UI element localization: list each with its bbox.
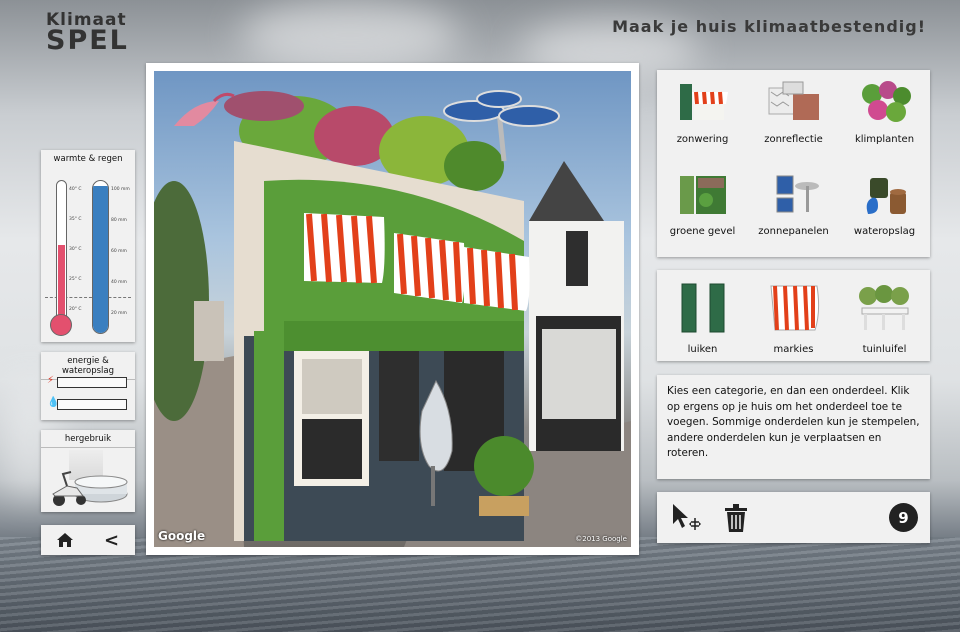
rain-gauge	[92, 180, 109, 334]
rain-level	[93, 185, 108, 333]
lightning-icon: ⚡	[47, 375, 55, 386]
home-button[interactable]	[41, 525, 88, 555]
rain-tick: 60 mm	[111, 249, 127, 254]
home-icon	[56, 533, 73, 547]
app-logo: Klimaat SPEL	[46, 12, 129, 56]
trash-icon	[725, 504, 747, 532]
back-chevron-icon: <	[103, 529, 120, 551]
category-zonnepanelen[interactable]: zonnepanelen	[748, 172, 839, 237]
category-groene-gevel[interactable]: groene gevel	[657, 172, 748, 237]
sun-reflection-icon	[768, 81, 819, 120]
map-copyright: ©2013 Google	[575, 535, 627, 543]
instructions-text: Kies een categorie, en dan een onderdeel…	[667, 385, 920, 460]
energy-water-panel: energie & wateropslag ⚡ 💧	[41, 352, 135, 420]
green-facade-icon	[679, 176, 726, 214]
part-label: markies	[773, 344, 814, 355]
move-cursor-icon	[673, 504, 701, 530]
temp-tick: 20° C	[69, 307, 82, 312]
instructions-panel: Kies een categorie, en dan een onderdeel…	[657, 375, 930, 479]
category-label: zonnepanelen	[758, 226, 829, 237]
map-watermark-logo: Google	[158, 529, 206, 543]
temperature-level	[58, 245, 65, 324]
rain-tick: 20 mm	[111, 311, 127, 316]
move-tool-button[interactable]	[669, 502, 703, 534]
category-zonwering[interactable]: zonwering	[657, 80, 748, 145]
house-scene[interactable]: Google ©2013 Google	[154, 71, 631, 547]
rain-tick: 100 mm	[111, 187, 130, 192]
energy-bar	[57, 377, 127, 388]
garden-canopy-icon	[858, 285, 909, 330]
category-label: klimplanten	[854, 134, 915, 145]
temp-tick: 30° C	[69, 247, 82, 252]
tools-panel: 9	[657, 492, 930, 543]
thermometer	[56, 180, 67, 325]
category-label: groene gevel	[669, 226, 736, 237]
back-button[interactable]: <	[88, 525, 135, 555]
awning-shade-icon	[679, 84, 728, 120]
part-label: tuinluifel	[862, 344, 907, 355]
parts-panel: luiken markies tuinluifel	[657, 270, 930, 361]
logo-line-2: SPEL	[46, 25, 129, 56]
part-label: luiken	[687, 344, 718, 355]
navigation-bar: <	[41, 525, 135, 555]
water-storage-icon	[866, 178, 906, 214]
temp-tick: 25° C	[69, 277, 82, 282]
reuse-title: hergebruik	[41, 430, 135, 448]
part-luiken[interactable]: luiken	[657, 282, 748, 355]
part-tuinluifel[interactable]: tuinluifel	[839, 282, 930, 355]
item-count-badge: 9	[889, 503, 918, 532]
climbing-plants-icon	[861, 81, 911, 122]
rain-barrel-scooter-icon	[52, 450, 128, 506]
category-wateropslag[interactable]: wateropslag	[839, 172, 930, 237]
category-label: wateropslag	[853, 226, 916, 237]
cloud-bg	[240, 0, 460, 70]
house-illustration	[154, 90, 631, 547]
weather-panel: warmte & regen 40° C 35° C 30° C 25° C 2…	[41, 150, 135, 342]
reuse-panel[interactable]: hergebruik	[41, 430, 135, 512]
house-viewport[interactable]: Google ©2013 Google	[146, 63, 639, 555]
page-headline: Maak je huis klimaatbestendig!	[612, 17, 926, 36]
weather-title: warmte & regen	[53, 154, 123, 164]
part-markies[interactable]: markies	[748, 282, 839, 355]
marquee-awning-icon	[769, 285, 819, 331]
rain-tick: 80 mm	[111, 218, 127, 223]
category-panel: zonwering zonreflectie klimplanten groen…	[657, 70, 930, 257]
energy-title: energie & wateropslag	[41, 352, 135, 380]
rain-tick: 40 mm	[111, 280, 127, 285]
thermometer-bulb	[50, 314, 72, 336]
category-zonreflectie[interactable]: zonreflectie	[748, 80, 839, 145]
delete-button[interactable]	[721, 502, 755, 534]
category-label: zonreflectie	[764, 134, 823, 145]
temp-tick: 35° C	[69, 217, 82, 222]
category-label: zonwering	[676, 134, 729, 145]
temp-tick: 40° C	[69, 187, 82, 192]
solar-panels-icon	[776, 175, 819, 213]
category-klimplanten[interactable]: klimplanten	[839, 80, 930, 145]
shutters-icon	[681, 283, 724, 333]
water-bar	[57, 399, 127, 410]
